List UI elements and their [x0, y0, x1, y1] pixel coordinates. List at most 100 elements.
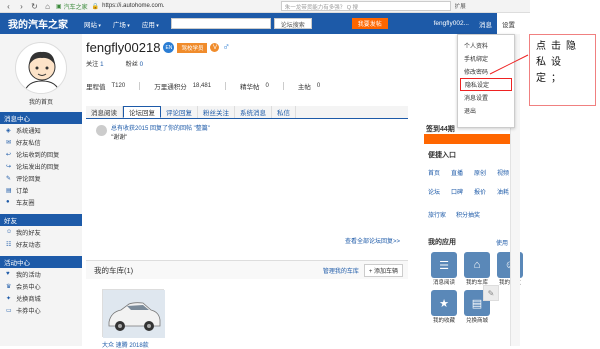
tab-comment-replies[interactable]: 评论回复	[161, 106, 198, 118]
quick-link-reviews[interactable]: 口碑	[451, 187, 474, 196]
reply-quote: "谢谢"	[111, 135, 128, 141]
garage-icon: ⌂	[464, 252, 490, 278]
lock-icon: 🔒	[91, 3, 100, 10]
message-read-icon: ☰	[431, 252, 457, 278]
profile-name-row: fengfly00218 EN 驾校学员 V ♂	[86, 40, 230, 55]
feedback-float-button[interactable]: ✎	[483, 285, 499, 301]
follow-stats: 关注 1 粉丝 0	[86, 59, 143, 68]
quick-link-prices[interactable]: 报价	[474, 187, 497, 196]
quick-access-title: 便捷入口	[428, 152, 456, 159]
forum-search-button[interactable]: 论坛搜索	[273, 18, 312, 29]
sidebar-item-sent-replies[interactable]: ↪ 论坛发出的回复	[0, 160, 82, 172]
avatar[interactable]	[96, 125, 107, 136]
reload-icon[interactable]: ↻	[30, 2, 39, 11]
app-message-read[interactable]: ☰ 消息阅读	[428, 252, 460, 286]
app-my-garage[interactable]: ⌂ 我的车库	[461, 252, 493, 286]
settings-dropdown: 个人资料 手机绑定 修改密码 隐私设定 消息设置 退出	[457, 34, 515, 128]
tab-fans-follow[interactable]: 粉丝关注	[198, 106, 235, 118]
fans-link[interactable]: 粉丝 0	[126, 59, 144, 68]
sidebar-item-member-center[interactable]: ♛ 会员中心	[0, 280, 82, 292]
quick-link-original[interactable]: 原创	[474, 168, 497, 177]
car-icon	[103, 290, 165, 338]
car-image[interactable]	[102, 289, 165, 338]
v-badge: V	[210, 43, 220, 52]
sidebar-item-my-events[interactable]: ♥ 我的活动	[0, 268, 82, 280]
bookmark-item[interactable]: ▣ 汽车之家	[56, 2, 88, 11]
sidebar-item-received-replies[interactable]: ↩ 论坛收到的回复	[0, 148, 82, 160]
avatar-icon	[23, 51, 61, 93]
quick-link-home[interactable]: 首页	[428, 168, 451, 177]
back-icon[interactable]: ‹	[4, 2, 13, 11]
nav-apps[interactable]: 应用	[142, 19, 159, 29]
sidebar-item-comment-replies[interactable]: ✎ 评论回复	[0, 172, 82, 184]
menu-item-profile[interactable]: 个人资料	[458, 39, 514, 52]
friends-icon: ☺	[6, 229, 13, 235]
car-name-link[interactable]: 大众 速腾 2018款	[102, 340, 149, 349]
my-apps-title: 我的应用	[428, 239, 456, 246]
app-my-favorites[interactable]: ★ 我的收藏	[428, 290, 460, 324]
forward-icon[interactable]: ›	[17, 2, 26, 11]
garage-title: 我的车库(1)	[94, 265, 134, 275]
comment-icon: ✎	[6, 175, 12, 182]
sign-in-banner[interactable]	[424, 134, 520, 144]
address-bar[interactable]: 🔒 https://i.autohome.com.	[92, 1, 277, 11]
site-logo[interactable]: 我的汽车之家	[0, 16, 84, 31]
quick-link-live[interactable]: 直播	[451, 168, 474, 177]
new-post-button[interactable]: 我要发帖	[351, 18, 388, 29]
level-badge[interactable]: 驾校学员	[177, 42, 208, 53]
add-vehicle-button[interactable]: + 添加车辆	[363, 263, 403, 277]
username-link[interactable]: fengfly002...	[429, 13, 474, 34]
menu-item-privacy-settings[interactable]: 隐私设定	[460, 78, 512, 91]
settings-menu[interactable]: 设置	[497, 13, 520, 34]
sidebar-item-private-message[interactable]: ✉ 好友私信	[0, 136, 82, 148]
reply-out-icon: ↪	[6, 163, 12, 170]
view-all-replies-link[interactable]: 查看全部论坛回复>>	[345, 236, 400, 245]
coupon-icon: ▭	[6, 307, 12, 314]
nav-website[interactable]: 网站	[84, 19, 101, 29]
sidebar-item-system-notice[interactable]: ◈ 系统通知	[0, 124, 82, 136]
tab-system-messages[interactable]: 系统消息	[235, 106, 272, 118]
avatar[interactable]	[15, 42, 67, 94]
extensions-button[interactable]: 扩展	[455, 2, 466, 10]
manage-garage-link[interactable]: 管理我的车库	[323, 266, 359, 275]
profile-username: fengfly00218	[86, 40, 161, 55]
quick-links: 首页 直播 原创 视频 论坛 口碑 报价 油耗	[428, 168, 520, 196]
quick-link-traveler[interactable]: 旅行家	[428, 210, 446, 219]
gift-icon: ✦	[6, 295, 12, 302]
heart-icon: ♥	[6, 271, 10, 277]
feed-icon: ☷	[6, 241, 12, 248]
order-icon: ▤	[6, 187, 12, 194]
sidebar-item-friend-feed[interactable]: ☷ 好友动态	[0, 238, 82, 250]
browser-search-input[interactable]: 朱一龙带货能力有多强？ Q 搜	[280, 1, 451, 11]
menu-item-logout[interactable]: 退出	[458, 104, 514, 117]
tab-forum-replies[interactable]: 论坛回复	[123, 106, 161, 118]
follow-link[interactable]: 关注 1	[86, 59, 104, 68]
use-all-link[interactable]: 使用	[496, 238, 508, 247]
home-icon[interactable]: ⌂	[43, 2, 52, 11]
profile-stats: 里程值 T120 万里通积分 18,481 精华帖 0 主帖 0	[86, 82, 321, 91]
forum-search-input[interactable]	[170, 18, 271, 29]
tab-message-read[interactable]: 消息阅读	[86, 106, 123, 118]
top-nav: 网站 广场 应用	[84, 19, 159, 29]
sidebar-item-exchange-mall[interactable]: ✦ 兑换商城	[0, 292, 82, 304]
male-icon: ♂	[222, 42, 230, 53]
sidebar-item-car-circle[interactable]: ● 车友圈	[0, 196, 82, 208]
feedback-icon: ✎	[487, 288, 495, 298]
my-homepage-link[interactable]: 我的首页	[0, 97, 82, 106]
circle-icon: ●	[6, 199, 10, 205]
quick-link-forum[interactable]: 论坛	[428, 187, 451, 196]
messages-menu[interactable]: 消息	[474, 13, 497, 34]
site-header: 我的汽车之家 网站 广场 应用 论坛搜索 我要发帖 fengfly002... …	[0, 13, 520, 34]
sidebar-item-my-friends[interactable]: ☺ 我的好友	[0, 226, 82, 238]
section-friends: 好友	[0, 214, 82, 226]
sidebar-item-orders[interactable]: ▤ 订单	[0, 184, 82, 196]
nav-square[interactable]: 广场	[113, 19, 130, 29]
quick-link-lottery[interactable]: 积分抽奖	[456, 210, 480, 219]
menu-item-message-settings[interactable]: 消息设置	[458, 91, 514, 104]
annotation-arrow	[489, 54, 529, 75]
reply-notice-text[interactable]: 总有收获2015 回复了你的回帖 "整篇"	[111, 125, 210, 134]
sidebar-item-coupon-center[interactable]: ▭ 卡券中心	[0, 304, 82, 316]
en-badge: EN	[163, 42, 175, 53]
browser-toolbar: ‹ › ↻ ⌂ ▣ 汽车之家 🔒 https://i.autohome.com. 朱…	[0, 0, 530, 13]
tab-private-messages[interactable]: 私信	[272, 106, 296, 118]
